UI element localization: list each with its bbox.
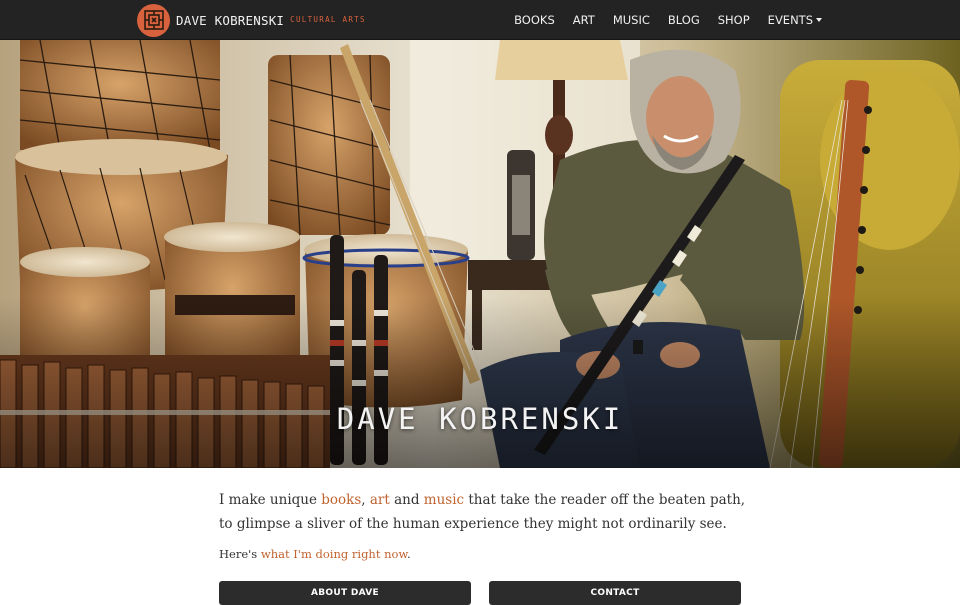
- now-line: Here's what I'm doing right now.: [219, 547, 749, 561]
- menu-item-books[interactable]: BOOKS: [514, 13, 555, 27]
- now-prefix: Here's: [219, 547, 261, 561]
- celtic-knot-icon: [137, 3, 170, 37]
- caret-down-icon: [816, 18, 822, 22]
- hero-title: DAVE KOBRENSKI: [336, 402, 624, 436]
- brand-link[interactable]: DAVE KOBRENSKI CULTURAL ARTS: [137, 3, 366, 37]
- menu-item-events-label: EVENTS: [767, 13, 813, 27]
- contact-button[interactable]: CONTACT: [489, 581, 741, 605]
- music-link[interactable]: music: [424, 492, 464, 508]
- intro-sep-2: and: [389, 492, 424, 508]
- now-link[interactable]: what I'm doing right now: [261, 547, 407, 561]
- intro-section: I make unique books, art and music that …: [219, 488, 749, 561]
- menu-item-art[interactable]: ART: [573, 13, 595, 27]
- menu-item-events[interactable]: EVENTS: [768, 13, 822, 27]
- brand-tagline: CULTURAL ARTS: [290, 14, 366, 24]
- menu-item-music[interactable]: MUSIC: [613, 13, 650, 27]
- main-menu: BOOKS ART MUSIC BLOG SHOP EVENTS: [496, 0, 822, 40]
- intro-sep-1: ,: [361, 492, 370, 508]
- books-link[interactable]: books: [321, 492, 361, 508]
- art-link[interactable]: art: [370, 492, 390, 508]
- now-suffix: .: [406, 547, 411, 561]
- brand-name: DAVE KOBRENSKI: [176, 12, 285, 28]
- hero-banner: DAVE KOBRENSKI: [0, 40, 960, 468]
- top-navbar: DAVE KOBRENSKI CULTURAL ARTS BOOKS ART M…: [0, 0, 960, 40]
- about-dave-button[interactable]: ABOUT DAVE: [219, 581, 471, 605]
- menu-item-shop[interactable]: SHOP: [718, 13, 750, 27]
- intro-text-1: I make unique: [219, 492, 322, 508]
- intro-paragraph: I make unique books, art and music that …: [219, 488, 749, 536]
- menu-item-blog[interactable]: BLOG: [668, 13, 700, 27]
